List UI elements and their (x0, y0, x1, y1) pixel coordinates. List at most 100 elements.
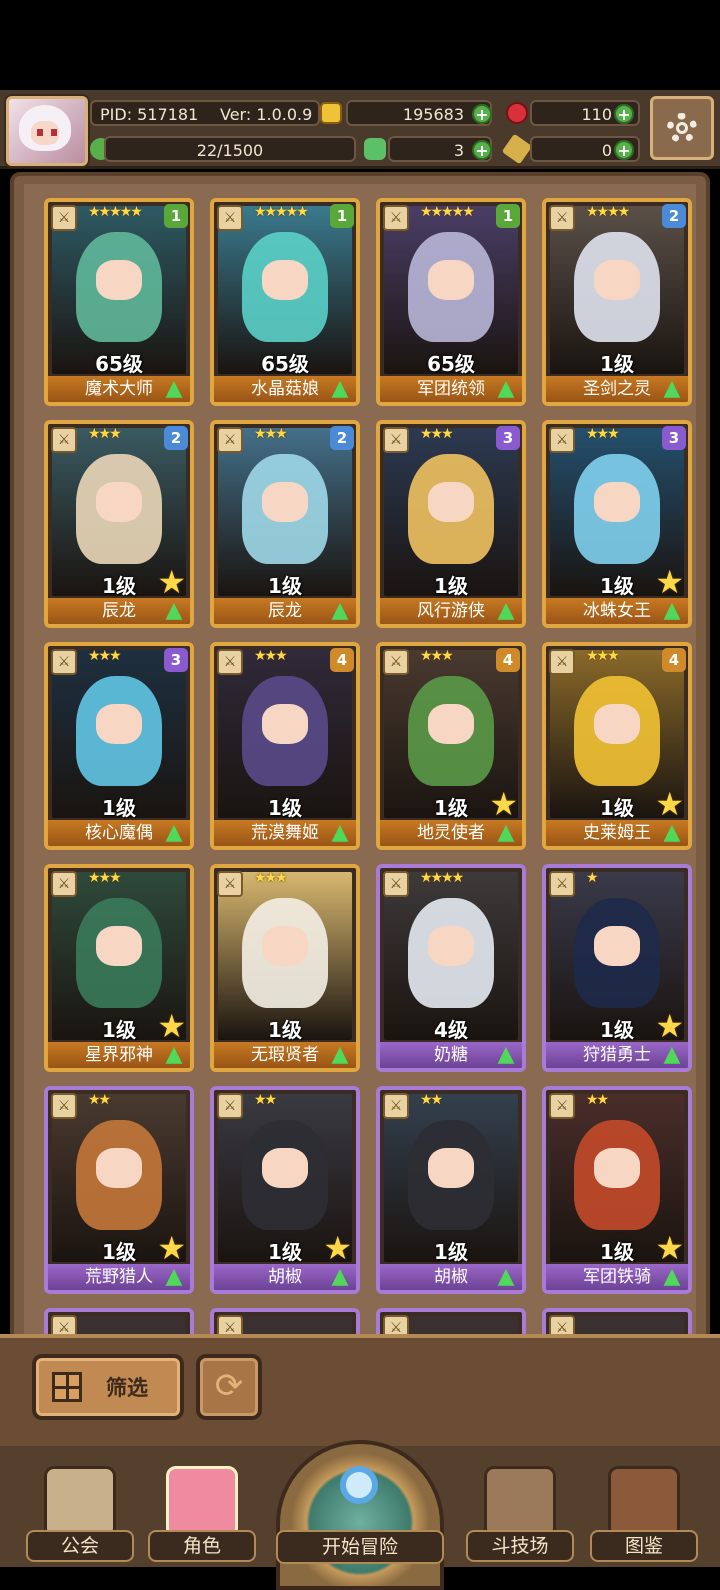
class-weapon-icon: ⚔ (51, 871, 77, 897)
level-up-arrow-icon: ▲ (497, 376, 515, 401)
class-weapon-icon: ⚔ (51, 1093, 77, 1119)
rank-badge: 4 (496, 648, 520, 672)
star-rating: ★★★ (88, 426, 122, 442)
hero-card[interactable]: ⚔ ★★★★ 2 1级 圣剑之灵 ▲ (542, 198, 692, 406)
nav-guild[interactable]: 公会 (26, 1466, 134, 1566)
level-up-arrow-icon: ▲ (165, 1264, 183, 1289)
rank-badge: 2 (330, 426, 354, 450)
star-rating: ★★★ (420, 426, 454, 442)
hero-card[interactable]: ⚔ ★★★ 3 1级 ★ 冰蛛女王 ▲ (542, 420, 692, 628)
add-gold-button[interactable]: + (472, 104, 492, 124)
start-adventure-button[interactable]: 开始冒险 (276, 1440, 444, 1590)
level-up-arrow-icon: ▲ (663, 820, 681, 845)
star-rating: ★★ (420, 1092, 443, 1108)
nav-arena[interactable]: 斗技场 (466, 1466, 574, 1566)
level-up-arrow-icon: ▲ (331, 376, 349, 401)
hero-level: 4级 (434, 1018, 468, 1042)
hero-card[interactable]: ⚔ ★★★ 2 1级 ★ 辰龙 ▲ (44, 420, 194, 628)
level-up-arrow-icon: ▲ (497, 1264, 515, 1289)
hero-card[interactable]: ⚔ ★★★ 3 1级 核心魔偶 ▲ (44, 642, 194, 850)
hero-face (594, 926, 640, 966)
hero-face (428, 260, 474, 300)
guild-house-icon (44, 1466, 116, 1538)
class-weapon-icon: ⚔ (383, 427, 409, 453)
hero-card[interactable]: ⚔ ★★★★ 4级 奶糖 ▲ (376, 864, 526, 1072)
hero-card[interactable]: ⚔ ★★★ 4 1级 ★ 史莱姆王 ▲ (542, 642, 692, 850)
hero-card[interactable]: ⚔ ★★ 1级 ★ 荒野猎人 ▲ (44, 1086, 194, 1294)
star-rating: ★★★ (420, 648, 454, 664)
player-avatar[interactable] (6, 96, 88, 166)
version-text: Ver: 1.0.0.9 (220, 105, 313, 124)
class-weapon-icon: ⚔ (549, 649, 575, 675)
hero-face (594, 260, 640, 300)
hero-face (594, 1148, 640, 1188)
star-upgrade-icon: ★ (157, 1007, 186, 1045)
hero-card[interactable]: ⚔ ★★★ 4 1级 ★ 地灵使者 ▲ (376, 642, 526, 850)
star-rating: ★★★★★ (88, 204, 143, 220)
level-up-arrow-icon: ▲ (165, 1042, 183, 1067)
roster-grid: ⚔ ★★★★★ 1 65级 魔术大师 ▲ ⚔ ★★★★★ 1 65级 水晶菇娘 ▲ ⚔ ★★★★★ 1 65级… (24, 184, 696, 1338)
system-status-bar (0, 0, 720, 90)
star-rating: ★★ (88, 1092, 111, 1108)
refresh-button[interactable]: ⟳ (196, 1354, 262, 1420)
rank-badge: 3 (662, 426, 686, 450)
hero-card[interactable]: ⚔ ★★★ 3 1级 风行游侠 ▲ (376, 420, 526, 628)
hero-face (262, 704, 308, 744)
book-icon (608, 1466, 680, 1538)
settings-button[interactable] (650, 96, 714, 160)
magnifier-icon (340, 1466, 378, 1504)
class-weapon-icon: ⚔ (383, 1093, 409, 1119)
class-weapon-icon: ⚔ (383, 871, 409, 897)
hero-face (96, 926, 142, 966)
hero-level: 1级 (102, 796, 136, 820)
nav-role[interactable]: 角色 (148, 1466, 256, 1566)
hero-card[interactable]: ⚔ ★★★ 1级 ★ 星界邪神 ▲ (44, 864, 194, 1072)
star-upgrade-icon: ★ (655, 785, 684, 823)
hero-card[interactable]: ⚔ ★★ 1级 胡椒 ▲ (376, 1086, 526, 1294)
hero-card[interactable]: ⚔ ★★★ 1级 无瑕贤者 ▲ (210, 864, 360, 1072)
rank-badge: 4 (330, 648, 354, 672)
hero-card[interactable]: ⚔ ★★★ 2 1级 辰龙 ▲ (210, 420, 360, 628)
roster-panel: ⚔ ★★★★★ 1 65级 魔术大师 ▲ ⚔ ★★★★★ 1 65级 水晶菇娘 ▲ ⚔ ★★★★★ 1 65级… (10, 172, 710, 1342)
pid-text: PID: 517181 (100, 105, 199, 124)
hero-face (594, 704, 640, 744)
star-rating: ★★★★ (586, 204, 630, 220)
hero-face (262, 926, 308, 966)
star-rating: ★★★★★ (254, 204, 309, 220)
hero-face (428, 482, 474, 522)
hero-face (262, 482, 308, 522)
add-clover-button[interactable]: + (472, 140, 492, 160)
filter-button[interactable]: 筛选 (32, 1354, 184, 1420)
hero-card[interactable]: ⚔ ★★★★★ 1 65级 水晶菇娘 ▲ (210, 198, 360, 406)
hero-card[interactable]: ⚔ ★★★★★ 1 65级 军团统领 ▲ (376, 198, 526, 406)
hero-level: 65级 (95, 352, 143, 376)
nav-guild-label: 公会 (26, 1530, 134, 1562)
nav-codex[interactable]: 图鉴 (590, 1466, 698, 1566)
class-weapon-icon: ⚔ (217, 205, 243, 231)
crossed-swords-icon (484, 1466, 556, 1538)
refresh-icon: ⟳ (214, 1366, 244, 1406)
character-face-icon (166, 1466, 238, 1538)
class-weapon-icon: ⚔ (217, 1093, 243, 1119)
rank-badge: 4 (662, 648, 686, 672)
add-key-button[interactable]: + (614, 140, 634, 160)
level-up-arrow-icon: ▲ (663, 1042, 681, 1067)
star-rating: ★ (586, 870, 598, 886)
hero-card[interactable]: ⚔ ★★ 1级 ★ 胡椒 ▲ (210, 1086, 360, 1294)
star-upgrade-icon: ★ (157, 563, 186, 601)
hero-card[interactable]: ⚔ ★★★ 4 1级 荒漠舞姬 ▲ (210, 642, 360, 850)
class-weapon-icon: ⚔ (51, 649, 77, 675)
energy-bar: 22/1500 (104, 136, 356, 162)
hero-card[interactable]: ⚔ ★★ 1级 ★ 军团铁骑 ▲ (542, 1086, 692, 1294)
hero-card[interactable]: ⚔ ★★★★★ 1 65级 魔术大师 ▲ (44, 198, 194, 406)
star-upgrade-icon: ★ (157, 1229, 186, 1267)
rank-badge: 3 (164, 648, 188, 672)
level-up-arrow-icon: ▲ (331, 1264, 349, 1289)
hero-face (428, 1148, 474, 1188)
hero-level: 1级 (434, 1240, 468, 1264)
hero-card[interactable]: ⚔ ★ 1级 ★ 狩猎勇士 ▲ (542, 864, 692, 1072)
star-rating: ★★★ (586, 426, 620, 442)
add-gem-button[interactable]: + (614, 104, 634, 124)
rank-badge: 1 (330, 204, 354, 228)
rank-badge: 1 (164, 204, 188, 228)
